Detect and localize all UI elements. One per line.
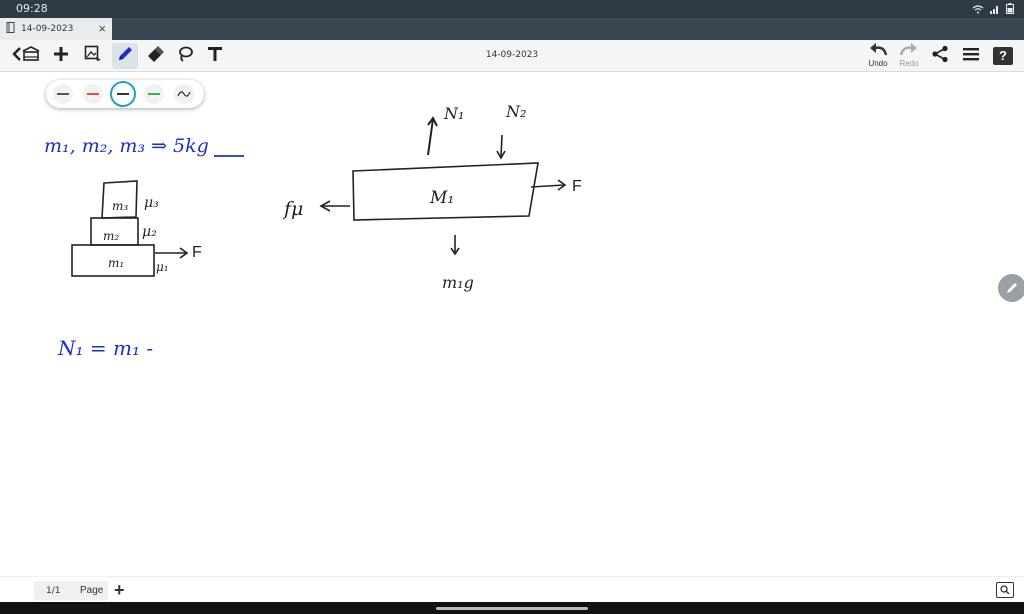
fbd-force-label: F [572, 178, 582, 195]
undo-icon [868, 43, 888, 60]
share-button[interactable] [927, 43, 953, 69]
toolbar: 14-09-2023 Undo Redo ? [0, 40, 1024, 72]
fbd-n2-label: N₂ [505, 102, 526, 121]
bottom-bar: 1/1 Page + [0, 576, 1024, 602]
status-icons [972, 3, 1014, 17]
undo-label: Undo [868, 59, 888, 68]
given-masses-text: m₁, m₂, m₃ ⇒ 5kg [44, 135, 209, 157]
share-icon [931, 45, 949, 68]
label-mu3: μ₃ [144, 195, 159, 211]
status-bar: 09:28 [0, 0, 1024, 18]
hamburger-icon [963, 47, 979, 66]
zoom-button[interactable] [996, 582, 1014, 598]
fbd-friction-label: fμ [282, 198, 303, 220]
wifi-icon [972, 4, 984, 17]
fbd-force-arrow [530, 184, 565, 188]
page-label: Page [80, 585, 104, 596]
tab-close-button[interactable]: × [98, 21, 106, 37]
n2-arrow [500, 134, 503, 158]
battery-icon [1006, 3, 1014, 17]
add-page-button[interactable]: + [114, 581, 125, 599]
system-nav-bar [0, 602, 1024, 614]
note-canvas[interactable]: m₁, m₂, m₃ ⇒ 5kg m₃ m₂ m₁ μ₃ μ₂ μ₁ F M₁ … [0, 73, 1024, 573]
help-button[interactable]: ? [990, 43, 1016, 69]
redo-label: Redo [899, 59, 919, 68]
label-mu2: μ₂ [142, 224, 157, 240]
ink-layer: m₁, m₂, m₃ ⇒ 5kg m₃ m₂ m₁ μ₃ μ₂ μ₁ F M₁ … [44, 102, 582, 360]
undo-button[interactable]: Undo [864, 42, 892, 68]
label-mu1: μ₁ [156, 260, 169, 274]
help-icon: ? [993, 47, 1013, 65]
zoom-icon [997, 583, 1013, 600]
home-indicator[interactable] [436, 607, 588, 610]
redo-button[interactable]: Redo [895, 42, 923, 68]
signal-icon [990, 4, 1000, 17]
stack-force-label: F [192, 244, 202, 261]
page-indicator[interactable]: 1/1 Page [34, 581, 108, 601]
label-m3: m₃ [112, 199, 128, 213]
tab-strip: 14-09-2023 × [0, 18, 1024, 40]
tab-document[interactable]: 14-09-2023 × [0, 18, 112, 40]
fbd-weight-label: m₁g [442, 273, 474, 292]
menu-button[interactable] [958, 43, 984, 69]
pencil-icon [998, 283, 1024, 306]
equation-text: N₁ = m₁ - [57, 336, 153, 360]
fbd-n1-label: N₁ [443, 104, 464, 123]
status-time: 09:28 [16, 2, 48, 15]
notebook-icon [6, 20, 15, 38]
label-m2: m₂ [103, 229, 119, 243]
page-number: 1/1 [46, 586, 61, 596]
redo-icon [899, 43, 919, 60]
label-m1: m₁ [108, 256, 124, 270]
tab-label: 14-09-2023 [21, 24, 74, 34]
scroll-handle[interactable] [998, 274, 1024, 302]
fbd-block-label: M₁ [429, 188, 454, 208]
